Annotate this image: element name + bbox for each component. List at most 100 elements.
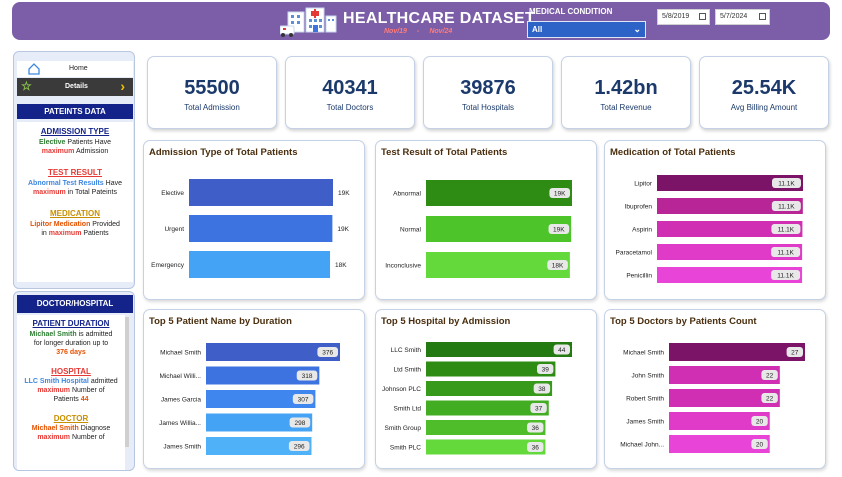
category-label: Ibuprofen [625, 204, 653, 211]
details-button[interactable]: ☆ Details › [17, 78, 133, 96]
data-label: 296 [294, 444, 305, 451]
doctor-title: DOCTOR [53, 414, 89, 423]
test-result-line1: Abnormal Test Results Have [27, 180, 122, 187]
data-label: 11.1K [778, 227, 795, 234]
home-label: Home [69, 65, 88, 72]
category-label: Emergency [151, 262, 185, 269]
duration-title: PATIENT DURATION [32, 319, 110, 328]
patients-insights-panel: ADMISSION TYPE Elective Patients Have ma… [17, 122, 133, 282]
scrollbar[interactable] [125, 317, 129, 447]
data-label: 36 [532, 445, 540, 452]
test-result-line2: maximum in Total Pateints [33, 189, 117, 196]
category-label: Abnormal [393, 191, 421, 198]
range-separator: - [416, 28, 420, 35]
category-label: LLC Smith [391, 347, 422, 354]
kpi-label: Total Hospitals [461, 103, 515, 112]
data-label: 27 [791, 350, 799, 357]
category-label: Robert Smith [626, 396, 664, 403]
kpi-value: 25.54K [731, 77, 797, 99]
medication-line1: Lipitor Medication Provided [30, 221, 120, 228]
chart-doctor-patients: Top 5 Doctors by Patients Count Michael … [604, 309, 826, 469]
bar[interactable] [189, 179, 333, 206]
date-from-input[interactable]: 5/8/2019 [657, 9, 710, 25]
category-label: James Willia... [159, 420, 201, 427]
chart-test-result-svg: Abnormal 19K Normal 19K Inconclusive 18K [385, 180, 572, 278]
chart-hospital-admission: Top 5 Hospital by Admission LLC Smith 44 L… [375, 309, 597, 469]
home-button[interactable]: Home [17, 61, 133, 77]
duration-line1: Michael Smith is admitted [29, 331, 113, 338]
bar[interactable] [426, 381, 553, 396]
data-label: 22 [766, 396, 774, 403]
data-label: 36 [532, 425, 540, 432]
data-label: 318 [302, 373, 313, 380]
data-label: 22 [766, 373, 774, 380]
range-start: Nov/19 [384, 28, 407, 35]
admission-type-line2: maximum Admission [41, 148, 109, 155]
data-label: 38 [538, 386, 546, 393]
bar[interactable] [426, 400, 549, 416]
chart-patient-duration: Top 5 Patient Name by Duration Michael S… [143, 309, 365, 469]
data-label: 11.1K [778, 204, 795, 211]
data-label: 307 [298, 397, 309, 404]
data-label: 19K [337, 226, 349, 233]
hospital-line1: LLC Smith Hospital admitted [24, 378, 118, 385]
data-label: 11.1K [777, 273, 794, 280]
category-label: Michael Willi... [159, 373, 201, 380]
date-from-value: 5/8/2019 [662, 13, 690, 20]
kpi-total-revenue: 1.42bn Total Revenue [561, 56, 691, 129]
hospital-line3: Patients 44 [53, 396, 89, 403]
range-end: Nov/24 [429, 28, 453, 35]
bar[interactable] [189, 215, 333, 242]
data-label: 39 [542, 367, 550, 374]
category-label: Smith PLC [390, 445, 421, 452]
category-label: Michael Smith [160, 350, 201, 357]
calendar-icon[interactable] [699, 13, 706, 20]
medical-condition-dropdown[interactable]: All ⌄ [527, 21, 646, 38]
bar[interactable] [669, 343, 805, 361]
header-bar: HEALTHCARE DATASET Nov/19 - Nov/24 MEDICAL… [12, 2, 830, 40]
kpi-avg-billing: 25.54K Avg Billing Amount [699, 56, 829, 129]
kpi-value: 40341 [322, 77, 378, 99]
hospital-line2: maximum Number of [37, 387, 105, 394]
date-to-input[interactable]: 5/7/2024 [715, 9, 770, 25]
kpi-value: 39876 [460, 77, 516, 99]
data-label: 11.1K [778, 181, 795, 188]
admission-type-line1: Elective Patients Have [38, 139, 111, 146]
kpi-total-hospitals: 39876 Total Hospitals [423, 56, 553, 129]
kpi-value: 55500 [184, 77, 240, 99]
doctor-insights-panel: PATIENT DURATION Michael Smith is admitt… [17, 315, 125, 470]
data-label: 44 [558, 347, 566, 354]
category-label: John Smith [631, 373, 664, 380]
date-to-value: 5/7/2024 [720, 13, 748, 20]
page-title: HEALTHCARE DATASET [343, 10, 536, 27]
calendar-icon[interactable] [759, 13, 766, 20]
category-label: Aspirin [632, 227, 652, 234]
hospital-logo-icon [280, 7, 337, 37]
data-label: 20 [756, 442, 764, 449]
bar[interactable] [426, 342, 572, 357]
category-label: Johnson PLC [382, 386, 421, 393]
chart-medication: Medication of Total Patients Lipitor 11.1… [604, 140, 826, 300]
sidebar-doctor-hospital: DOCTOR/HOSPITAL PATIENT DURATION Michael… [13, 291, 135, 471]
category-label: Paracetamol [616, 250, 653, 257]
kpi-label: Total Doctors [326, 103, 374, 112]
admission-type-title: ADMISSION TYPE [40, 127, 110, 136]
category-label: Michael Smith [623, 350, 664, 357]
category-label: Inconclusive [385, 263, 421, 270]
chart-admission-type: Admission Type of Total Patients Electiv… [143, 140, 365, 300]
medical-condition-value: All [532, 25, 543, 34]
category-label: Smith Group [385, 425, 422, 432]
category-label: Normal [400, 227, 422, 234]
date-range-caption: Nov/19 - Nov/24 [384, 28, 462, 35]
bar[interactable] [426, 361, 556, 377]
category-label: Michael John... [620, 442, 664, 449]
chart-test-result: Test Result of Total Patients Abnormal 19… [375, 140, 597, 300]
kpi-label: Total Revenue [600, 103, 652, 112]
category-label: Penicillin [626, 273, 652, 280]
sidebar-patients: Home ☆ Details › PATEINTS DATA ADMISSION… [13, 51, 135, 289]
bar[interactable] [189, 251, 331, 278]
category-label: Ltd Smith [394, 367, 422, 374]
chevron-down-icon: ⌄ [633, 24, 641, 34]
kpi-label: Avg Billing Amount [730, 103, 798, 112]
medication-line2: in maximum Patients [41, 230, 109, 237]
